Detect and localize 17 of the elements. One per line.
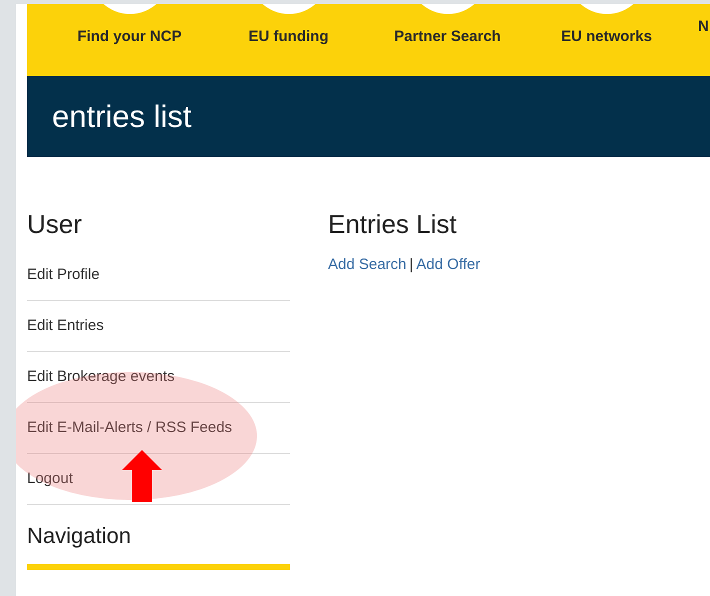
sidebar-link[interactable]: Edit Profile <box>27 250 290 301</box>
nav-item[interactable]: Partner Search <box>368 4 527 76</box>
action-link[interactable]: Add Search <box>328 256 406 273</box>
nav-item[interactable]: EU networks <box>527 4 686 76</box>
sidebar-link[interactable]: Edit Brokerage events <box>27 352 290 403</box>
sidebar-heading: User <box>27 209 83 240</box>
sidebar-link[interactable]: Edit Entries <box>27 301 290 352</box>
action-link[interactable]: Add Offer <box>416 256 480 273</box>
nav-item[interactable]: N <box>686 4 710 76</box>
link-separator: | <box>409 256 414 273</box>
page-title: entries list <box>52 98 192 134</box>
arrow-icon <box>122 450 162 502</box>
nav-item[interactable]: EU funding <box>209 4 368 76</box>
sidebar-link[interactable]: Edit E-Mail-Alerts / RSS Feeds <box>27 403 290 454</box>
nav-item[interactable]: Find your NCP <box>50 4 209 76</box>
sidebar-heading: Navigation <box>27 523 290 570</box>
content-heading: Entries List <box>328 209 458 240</box>
